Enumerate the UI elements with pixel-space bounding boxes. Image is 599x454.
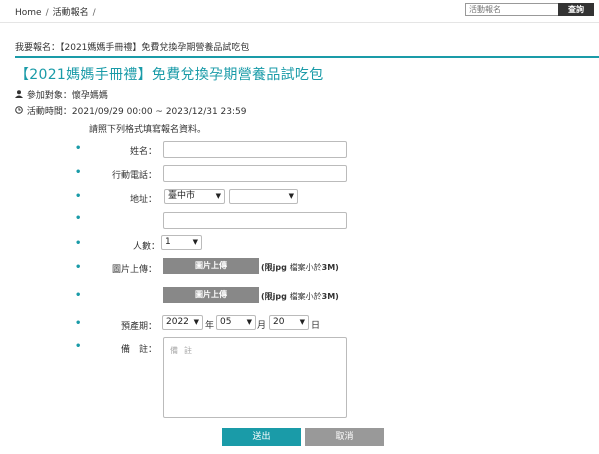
period-label: 活動時間：	[26, 107, 72, 117]
breadcrumb: Home / 活動報名 /	[15, 5, 100, 18]
bullet: •	[75, 341, 82, 352]
header-divider	[0, 22, 599, 23]
city-select[interactable]: 臺中市 ▼	[164, 189, 225, 204]
address-field[interactable]	[163, 212, 347, 229]
upload-tip-size: 檔案小於	[289, 263, 322, 272]
address-label: 地址：	[129, 195, 157, 205]
bullet: •	[75, 290, 82, 301]
people-select[interactable]: 1 ▼	[161, 235, 202, 250]
day-select[interactable]: 20 ▼	[269, 315, 309, 330]
phone-label: 行動電話：	[111, 171, 157, 181]
district-select[interactable]: ▼	[229, 189, 298, 204]
chevron-down-icon: ▼	[246, 318, 252, 326]
header-accent-line	[15, 56, 599, 58]
user-icon	[15, 90, 24, 101]
chevron-down-icon: ▼	[192, 238, 198, 246]
year-select-value: 2022	[166, 317, 189, 327]
phone-field[interactable]	[163, 165, 347, 182]
remark-textarea[interactable]: 備註	[163, 337, 347, 418]
year-unit: 年	[205, 321, 215, 331]
cancel-button[interactable]: 取消	[305, 428, 384, 446]
upload-tip-format: (限jpg	[261, 263, 287, 272]
upload-tip-size: 檔案小於	[289, 292, 322, 301]
upload-button[interactable]: 圖片上傳	[163, 287, 259, 303]
day-select-value: 20	[273, 317, 285, 327]
year-select[interactable]: 2022 ▼	[162, 315, 203, 330]
people-select-value: 1	[165, 237, 171, 247]
bullet: •	[75, 213, 82, 224]
upload-tip-format: (限jpg	[261, 292, 287, 301]
chevron-down-icon: ▼	[215, 192, 221, 200]
day-unit: 日	[311, 321, 321, 331]
month-select-value: 05	[220, 317, 232, 327]
upload-tip: (限jpg 檔案小於3M)	[261, 262, 339, 273]
submit-button[interactable]: 送出	[222, 428, 301, 446]
upload-tip: (限jpg 檔案小於3M)	[261, 291, 339, 302]
month-unit: 月	[257, 321, 267, 331]
bullet: •	[75, 167, 82, 178]
name-label: 姓名：	[129, 147, 157, 157]
audience-row: 參加對象：懷孕媽媽	[15, 88, 108, 101]
people-label: 人數：	[132, 242, 160, 252]
chevron-down-icon: ▼	[193, 318, 199, 326]
upload-button[interactable]: 圖片上傳	[163, 258, 259, 274]
breadcrumb-separator: /	[92, 8, 96, 18]
breadcrumb-home[interactable]: Home	[15, 8, 42, 18]
remark-placeholder: 備註	[170, 346, 198, 355]
bullet: •	[75, 238, 82, 249]
bullet: •	[75, 143, 82, 154]
clock-icon	[15, 106, 24, 117]
breadcrumb-separator: /	[45, 8, 49, 18]
upload-label: 圖片上傳：	[111, 265, 157, 275]
due-label: 預產期：	[120, 322, 157, 332]
bullet: •	[75, 191, 82, 202]
period-value: 2021/09/29 00:00 ~ 2023/12/31 23:59	[71, 107, 247, 117]
audience-value: 懷孕媽媽	[71, 91, 108, 101]
chevron-down-icon: ▼	[288, 192, 294, 200]
form-instruction: 請照下列格式填寫報名資料。	[89, 125, 207, 135]
page-title: 【2021媽媽手冊禮】免費兌換孕期營養品試吃包	[15, 67, 324, 83]
period-row: 活動時間：2021/09/29 00:00 ~ 2023/12/31 23:59	[15, 104, 247, 117]
name-field[interactable]	[163, 141, 347, 158]
breadcrumb-section[interactable]: 活動報名	[53, 8, 89, 18]
chevron-down-icon: ▼	[299, 318, 305, 326]
city-select-value: 臺中市	[168, 191, 196, 201]
bullet: •	[75, 318, 82, 329]
month-select[interactable]: 05 ▼	[216, 315, 256, 330]
audience-label: 參加對象：	[26, 91, 72, 101]
page-header: 我要報名：【2021媽媽手冊禮】免費兌換孕期營養品試吃包	[15, 43, 250, 53]
search-button[interactable]: 查詢	[558, 3, 594, 16]
remark-label: 備 註：	[120, 345, 157, 355]
search-input[interactable]	[465, 3, 563, 16]
upload-tip-limit: 3M)	[321, 263, 339, 272]
upload-tip-limit: 3M)	[321, 292, 339, 301]
bullet: •	[75, 262, 82, 273]
